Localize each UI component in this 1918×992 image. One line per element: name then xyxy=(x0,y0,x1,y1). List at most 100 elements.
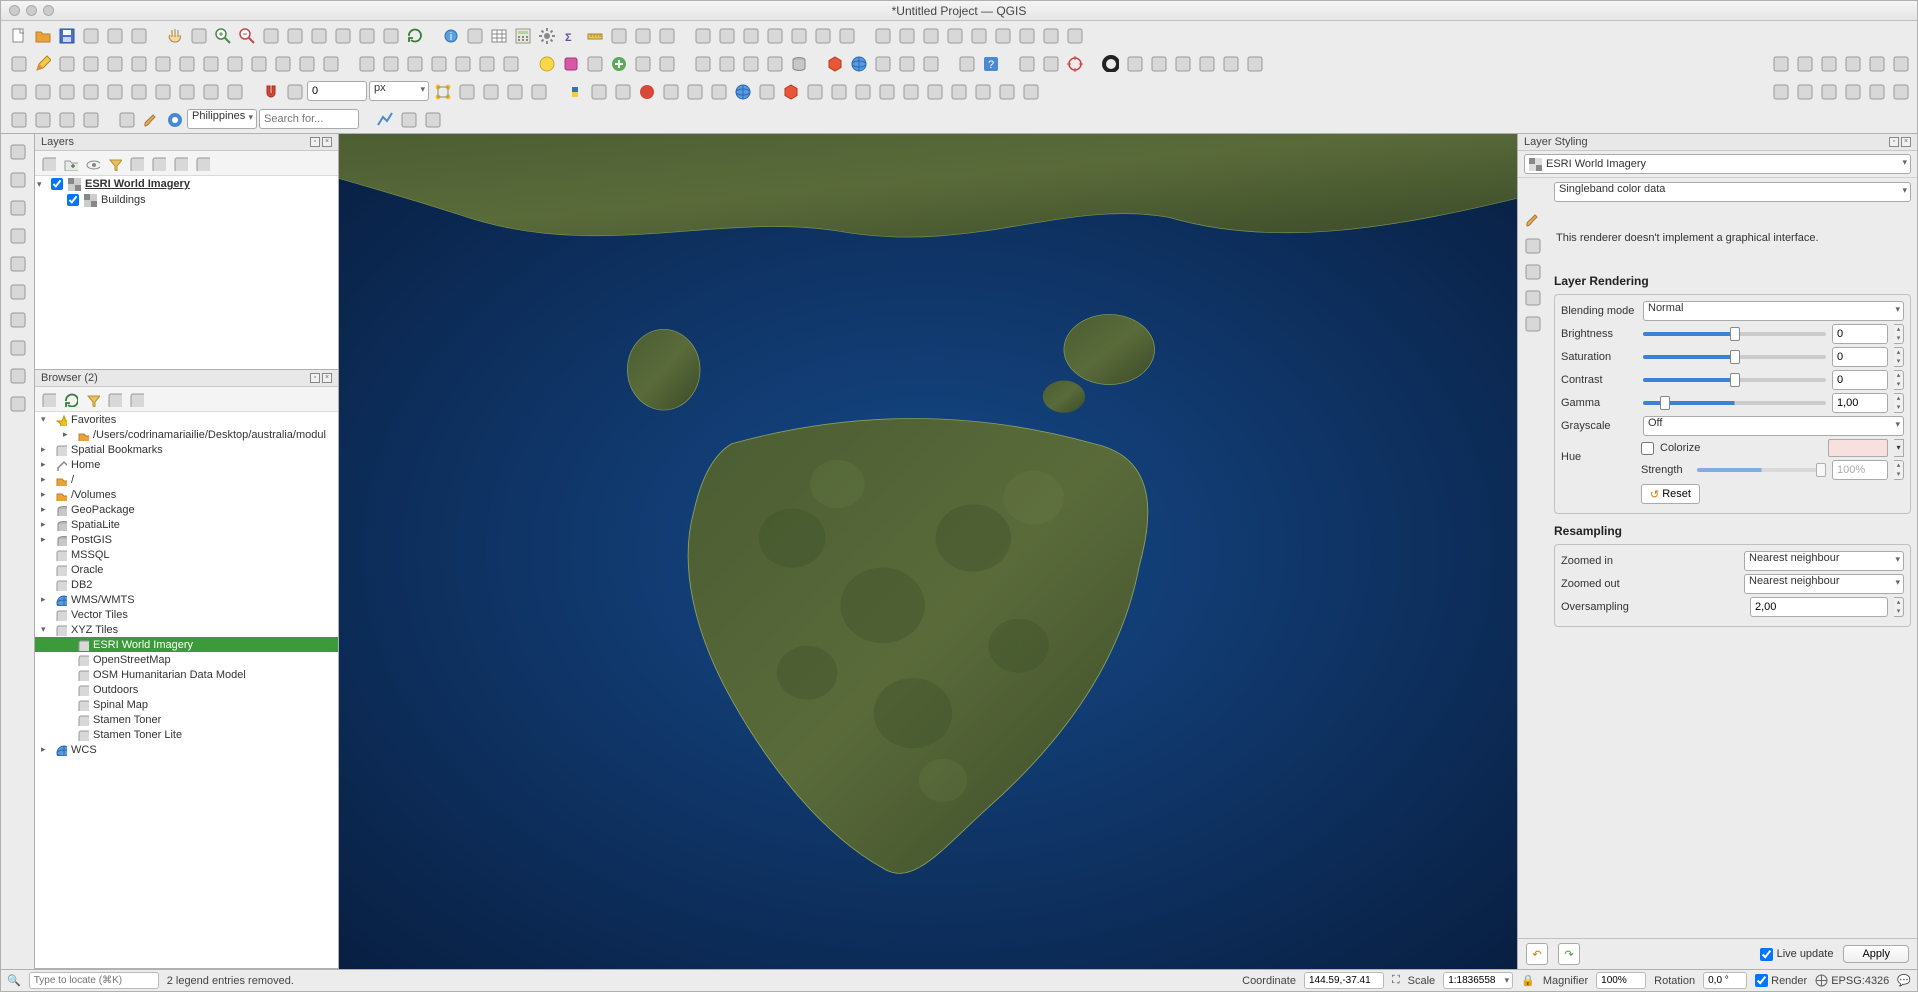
paste-button[interactable] xyxy=(271,52,293,74)
browser-item[interactable]: ▸ / xyxy=(35,472,338,487)
node-tool-button[interactable] xyxy=(175,52,197,74)
field-calc-button[interactable] xyxy=(511,24,533,46)
diamond-button[interactable] xyxy=(827,80,849,102)
browser-item[interactable]: OSM Humanitarian Data Model xyxy=(35,667,338,682)
swatch-button[interactable] xyxy=(421,108,443,130)
reset-button[interactable]: ↺Reset xyxy=(1641,484,1700,504)
plugin-b-button[interactable] xyxy=(611,80,633,102)
digitize-shape-button[interactable] xyxy=(355,52,377,74)
delete-part-button[interactable] xyxy=(1889,52,1911,74)
info-button[interactable] xyxy=(947,80,969,102)
layer-new-button[interactable] xyxy=(7,108,29,130)
move-label-button[interactable] xyxy=(871,24,893,46)
magnifier-input[interactable] xyxy=(1596,972,1646,989)
select-button[interactable] xyxy=(715,24,737,46)
magenta-button[interactable] xyxy=(559,52,581,74)
panel-close-button[interactable]: × xyxy=(322,137,332,147)
annotation-button[interactable] xyxy=(631,24,653,46)
vec-b-button[interactable] xyxy=(1793,80,1815,102)
panel-undock-button[interactable]: ▫ xyxy=(310,373,320,383)
identify-button[interactable]: i xyxy=(439,24,461,46)
save-as-button[interactable] xyxy=(79,24,101,46)
panel-close-button[interactable]: × xyxy=(322,373,332,383)
add-raster-layer-button[interactable] xyxy=(3,166,31,192)
zoom-window-button[interactable] xyxy=(43,5,54,16)
rotate-label-button[interactable] xyxy=(895,24,917,46)
undo-style-button[interactable]: ↶ xyxy=(1526,943,1548,965)
stream-digitize-button[interactable] xyxy=(427,52,449,74)
merge-feat-button[interactable] xyxy=(1195,52,1217,74)
undo-button[interactable] xyxy=(295,52,317,74)
grid-button[interactable] xyxy=(283,80,305,102)
reshape-button[interactable] xyxy=(475,52,497,74)
rotate-button[interactable] xyxy=(1219,52,1241,74)
plugin-c-button[interactable] xyxy=(659,80,681,102)
zoomed-in-select[interactable]: Nearest neighbour xyxy=(1744,551,1904,571)
red-circle-button[interactable] xyxy=(635,80,657,102)
layer-b-button[interactable] xyxy=(151,80,173,102)
globe-button[interactable] xyxy=(847,52,869,74)
live-update-toggle[interactable]: Live update xyxy=(1760,948,1834,961)
add-spatialite-layer-button[interactable] xyxy=(3,250,31,276)
plot-button[interactable] xyxy=(373,108,395,130)
expand-arrow-icon[interactable]: ▸ xyxy=(41,489,51,500)
show-label-button[interactable] xyxy=(967,24,989,46)
expand-arrow-icon[interactable]: ▸ xyxy=(41,459,51,470)
merge-attr-button[interactable] xyxy=(1171,52,1193,74)
browser-item[interactable]: Stamen Toner Lite xyxy=(35,727,338,742)
layer-row[interactable]: ▾ ESRI World Imagery xyxy=(35,176,338,192)
shield-button[interactable] xyxy=(115,108,137,130)
select-by-location-button[interactable] xyxy=(763,24,785,46)
grayscale-select[interactable]: Off xyxy=(1643,416,1904,436)
browser-item[interactable]: ▸ Spatial Bookmarks xyxy=(35,442,338,457)
delete-selected-button[interactable] xyxy=(199,52,221,74)
save-project-button[interactable] xyxy=(55,24,77,46)
browser-item[interactable]: OpenStreetMap xyxy=(35,652,338,667)
transparency-tab[interactable] xyxy=(1520,234,1546,258)
toggle-editing-button[interactable] xyxy=(31,52,53,74)
remove-button[interactable] xyxy=(193,154,211,172)
move-feature-button[interactable] xyxy=(151,52,173,74)
split-parts-button[interactable] xyxy=(1147,52,1169,74)
contrast-slider[interactable] xyxy=(1643,372,1826,388)
panel-undock-button[interactable]: ▫ xyxy=(310,137,320,147)
oversampling-value[interactable] xyxy=(1750,597,1888,617)
identify-action-button[interactable] xyxy=(463,24,485,46)
new-memory-layer-button[interactable] xyxy=(3,390,31,416)
colorize-checkbox[interactable] xyxy=(1641,442,1654,455)
delete-ring-button[interactable] xyxy=(1865,52,1887,74)
help-button[interactable]: ? xyxy=(979,52,1001,74)
invert-select-button[interactable] xyxy=(835,24,857,46)
vec-e-button[interactable] xyxy=(1865,80,1887,102)
gamma-slider[interactable] xyxy=(1643,395,1826,411)
browser-item[interactable]: ▸ Home xyxy=(35,457,338,472)
add-vector-layer-button[interactable] xyxy=(3,138,31,164)
layer-add-button[interactable] xyxy=(31,108,53,130)
add-group-button[interactable] xyxy=(61,154,79,172)
close-window-button[interactable] xyxy=(9,5,20,16)
browser-item[interactable]: MSSQL xyxy=(35,547,338,562)
gamma-value[interactable] xyxy=(1832,393,1888,413)
fill-ring-button[interactable] xyxy=(1841,52,1863,74)
expand-arrow-icon[interactable]: ▸ xyxy=(41,444,51,455)
new-shapefile-button[interactable] xyxy=(715,52,737,74)
world-button[interactable] xyxy=(707,80,729,102)
style-manager-button[interactable] xyxy=(127,24,149,46)
vec-d-button[interactable] xyxy=(1841,80,1863,102)
label-options-button[interactable] xyxy=(1063,24,1085,46)
layout-manager-button[interactable] xyxy=(103,24,125,46)
symbology-tab[interactable] xyxy=(1520,208,1546,232)
white-dot-button[interactable] xyxy=(955,52,977,74)
expand-arrow-icon[interactable]: ▸ xyxy=(41,474,51,485)
browser-item[interactable]: Stamen Toner xyxy=(35,712,338,727)
hide-label-button[interactable] xyxy=(991,24,1013,46)
green-plus-button[interactable] xyxy=(607,52,629,74)
expand-arrow-icon[interactable]: ▸ xyxy=(63,429,73,440)
select-by-expr-button[interactable] xyxy=(739,24,761,46)
layer-visibility-checkbox[interactable] xyxy=(67,194,79,206)
pca-button[interactable] xyxy=(899,80,921,102)
location-button[interactable] xyxy=(163,108,185,130)
check-geom-button[interactable] xyxy=(1039,52,1061,74)
expand-arrow-icon[interactable]: ▸ xyxy=(41,504,51,515)
add-feature-button[interactable] xyxy=(79,52,101,74)
